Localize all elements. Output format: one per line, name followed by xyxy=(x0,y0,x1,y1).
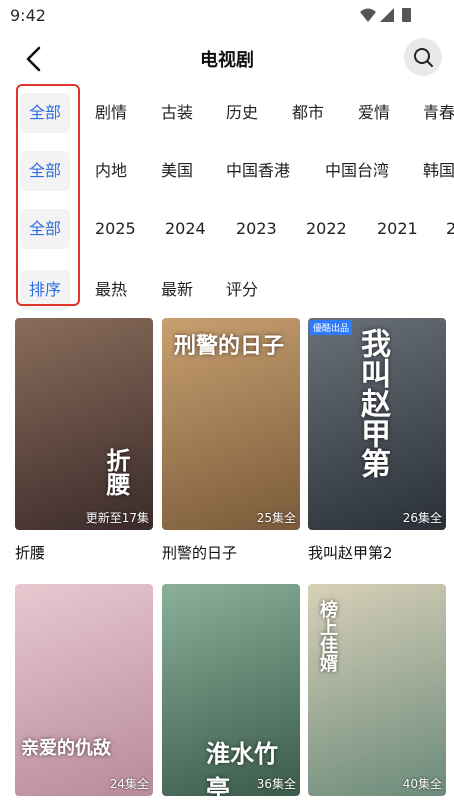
episode-status-badge: 36集全 xyxy=(256,777,296,791)
sort-option[interactable]: 评分 xyxy=(226,270,258,310)
filter-region-option[interactable]: 美国 xyxy=(161,151,193,191)
youku-original-badge: 優酷出品 xyxy=(310,320,353,335)
filter-row-genre: 全部 剧情 古装 历史 都市 爱情 青春 xyxy=(0,93,454,133)
filter-year-option[interactable]: 2021 xyxy=(377,209,418,249)
drama-title: 刑警的日子 xyxy=(162,544,238,562)
filter-region-option[interactable]: 中国台湾 xyxy=(325,151,389,191)
filter-genre-option[interactable]: 历史 xyxy=(226,93,258,133)
status-bar: 9:42 xyxy=(0,0,454,32)
page-title: 电视剧 xyxy=(200,50,254,71)
drama-card[interactable]: 淮水竹亭 36集全 xyxy=(162,584,300,796)
filter-region-option[interactable]: 内地 xyxy=(95,151,127,191)
filter-region-option[interactable]: 韩国 xyxy=(423,151,454,191)
signal-icon xyxy=(380,8,394,22)
poster-title-text: 刑警的日子 xyxy=(174,333,285,359)
filter-genre-option[interactable]: 都市 xyxy=(292,93,324,133)
drama-card[interactable]: 榜上佳婿 40集全 xyxy=(308,584,446,796)
filter-row-sort: 排序 最热 最新 评分 xyxy=(0,270,454,310)
poster-title-text: 折腰 xyxy=(102,448,131,496)
poster-image: 刑警的日子 25集全 xyxy=(162,318,300,530)
filter-year-option[interactable]: 2022 xyxy=(306,209,347,249)
filter-genre-all[interactable]: 全部 xyxy=(20,93,70,133)
sort-label[interactable]: 排序 xyxy=(20,270,70,310)
status-time: 9:42 xyxy=(10,6,46,25)
poster-image: 亲爱的仇敌 24集全 xyxy=(15,584,153,796)
status-icons xyxy=(360,8,411,22)
drama-card[interactable]: 折腰 更新至17集 折腰 xyxy=(15,318,153,563)
filter-genre-option[interactable]: 剧情 xyxy=(95,93,127,133)
filter-year-option[interactable]: 2023 xyxy=(236,209,277,249)
poster-title-text: 榜上佳婿 xyxy=(317,600,338,672)
episode-status-badge: 更新至17集 xyxy=(85,511,149,525)
filter-region-option[interactable]: 中国香港 xyxy=(226,151,290,191)
poster-title-text: 亲爱的仇敌 xyxy=(21,738,111,759)
filter-year-all[interactable]: 全部 xyxy=(20,209,70,249)
filter-region-all[interactable]: 全部 xyxy=(20,151,70,191)
drama-title: 我叫赵甲第2 xyxy=(308,544,393,562)
filter-genre-option[interactable]: 古装 xyxy=(161,93,193,133)
wifi-icon xyxy=(360,8,376,22)
sort-option[interactable]: 最新 xyxy=(161,270,193,310)
battery-icon xyxy=(402,8,411,22)
filter-row-year: 全部 2025 2024 2023 2022 2021 2 xyxy=(0,209,454,249)
filter-genre-option[interactable]: 爱情 xyxy=(358,93,390,133)
filter-genre-option[interactable]: 青春 xyxy=(423,93,454,133)
filter-year-option[interactable]: 2 xyxy=(446,209,454,249)
drama-card[interactable]: 亲爱的仇敌 24集全 xyxy=(15,584,153,796)
filter-year-option[interactable]: 2024 xyxy=(165,209,206,249)
drama-card[interactable]: 優酷出品 我叫赵甲第 26集全 我叫赵甲第2 xyxy=(308,318,446,563)
drama-title: 折腰 xyxy=(15,544,46,562)
poster-title-text: 我叫赵甲第 xyxy=(355,328,390,478)
poster-image: 淮水竹亭 36集全 xyxy=(162,584,300,796)
episode-status-badge: 24集全 xyxy=(109,777,149,791)
episode-status-badge: 25集全 xyxy=(256,511,296,525)
episode-status-badge: 40集全 xyxy=(402,777,442,791)
poster-image: 優酷出品 我叫赵甲第 26集全 xyxy=(308,318,446,530)
search-icon xyxy=(414,48,433,67)
episode-status-badge: 26集全 xyxy=(402,511,442,525)
sort-option[interactable]: 最热 xyxy=(95,270,127,310)
drama-card[interactable]: 刑警的日子 25集全 刑警的日子 xyxy=(162,318,300,563)
filter-year-option[interactable]: 2025 xyxy=(95,209,136,249)
poster-image: 榜上佳婿 40集全 xyxy=(308,584,446,796)
filter-row-region: 全部 内地 美国 中国香港 中国台湾 韩国 xyxy=(0,151,454,191)
search-button[interactable] xyxy=(404,38,442,76)
poster-image: 折腰 更新至17集 xyxy=(15,318,153,530)
